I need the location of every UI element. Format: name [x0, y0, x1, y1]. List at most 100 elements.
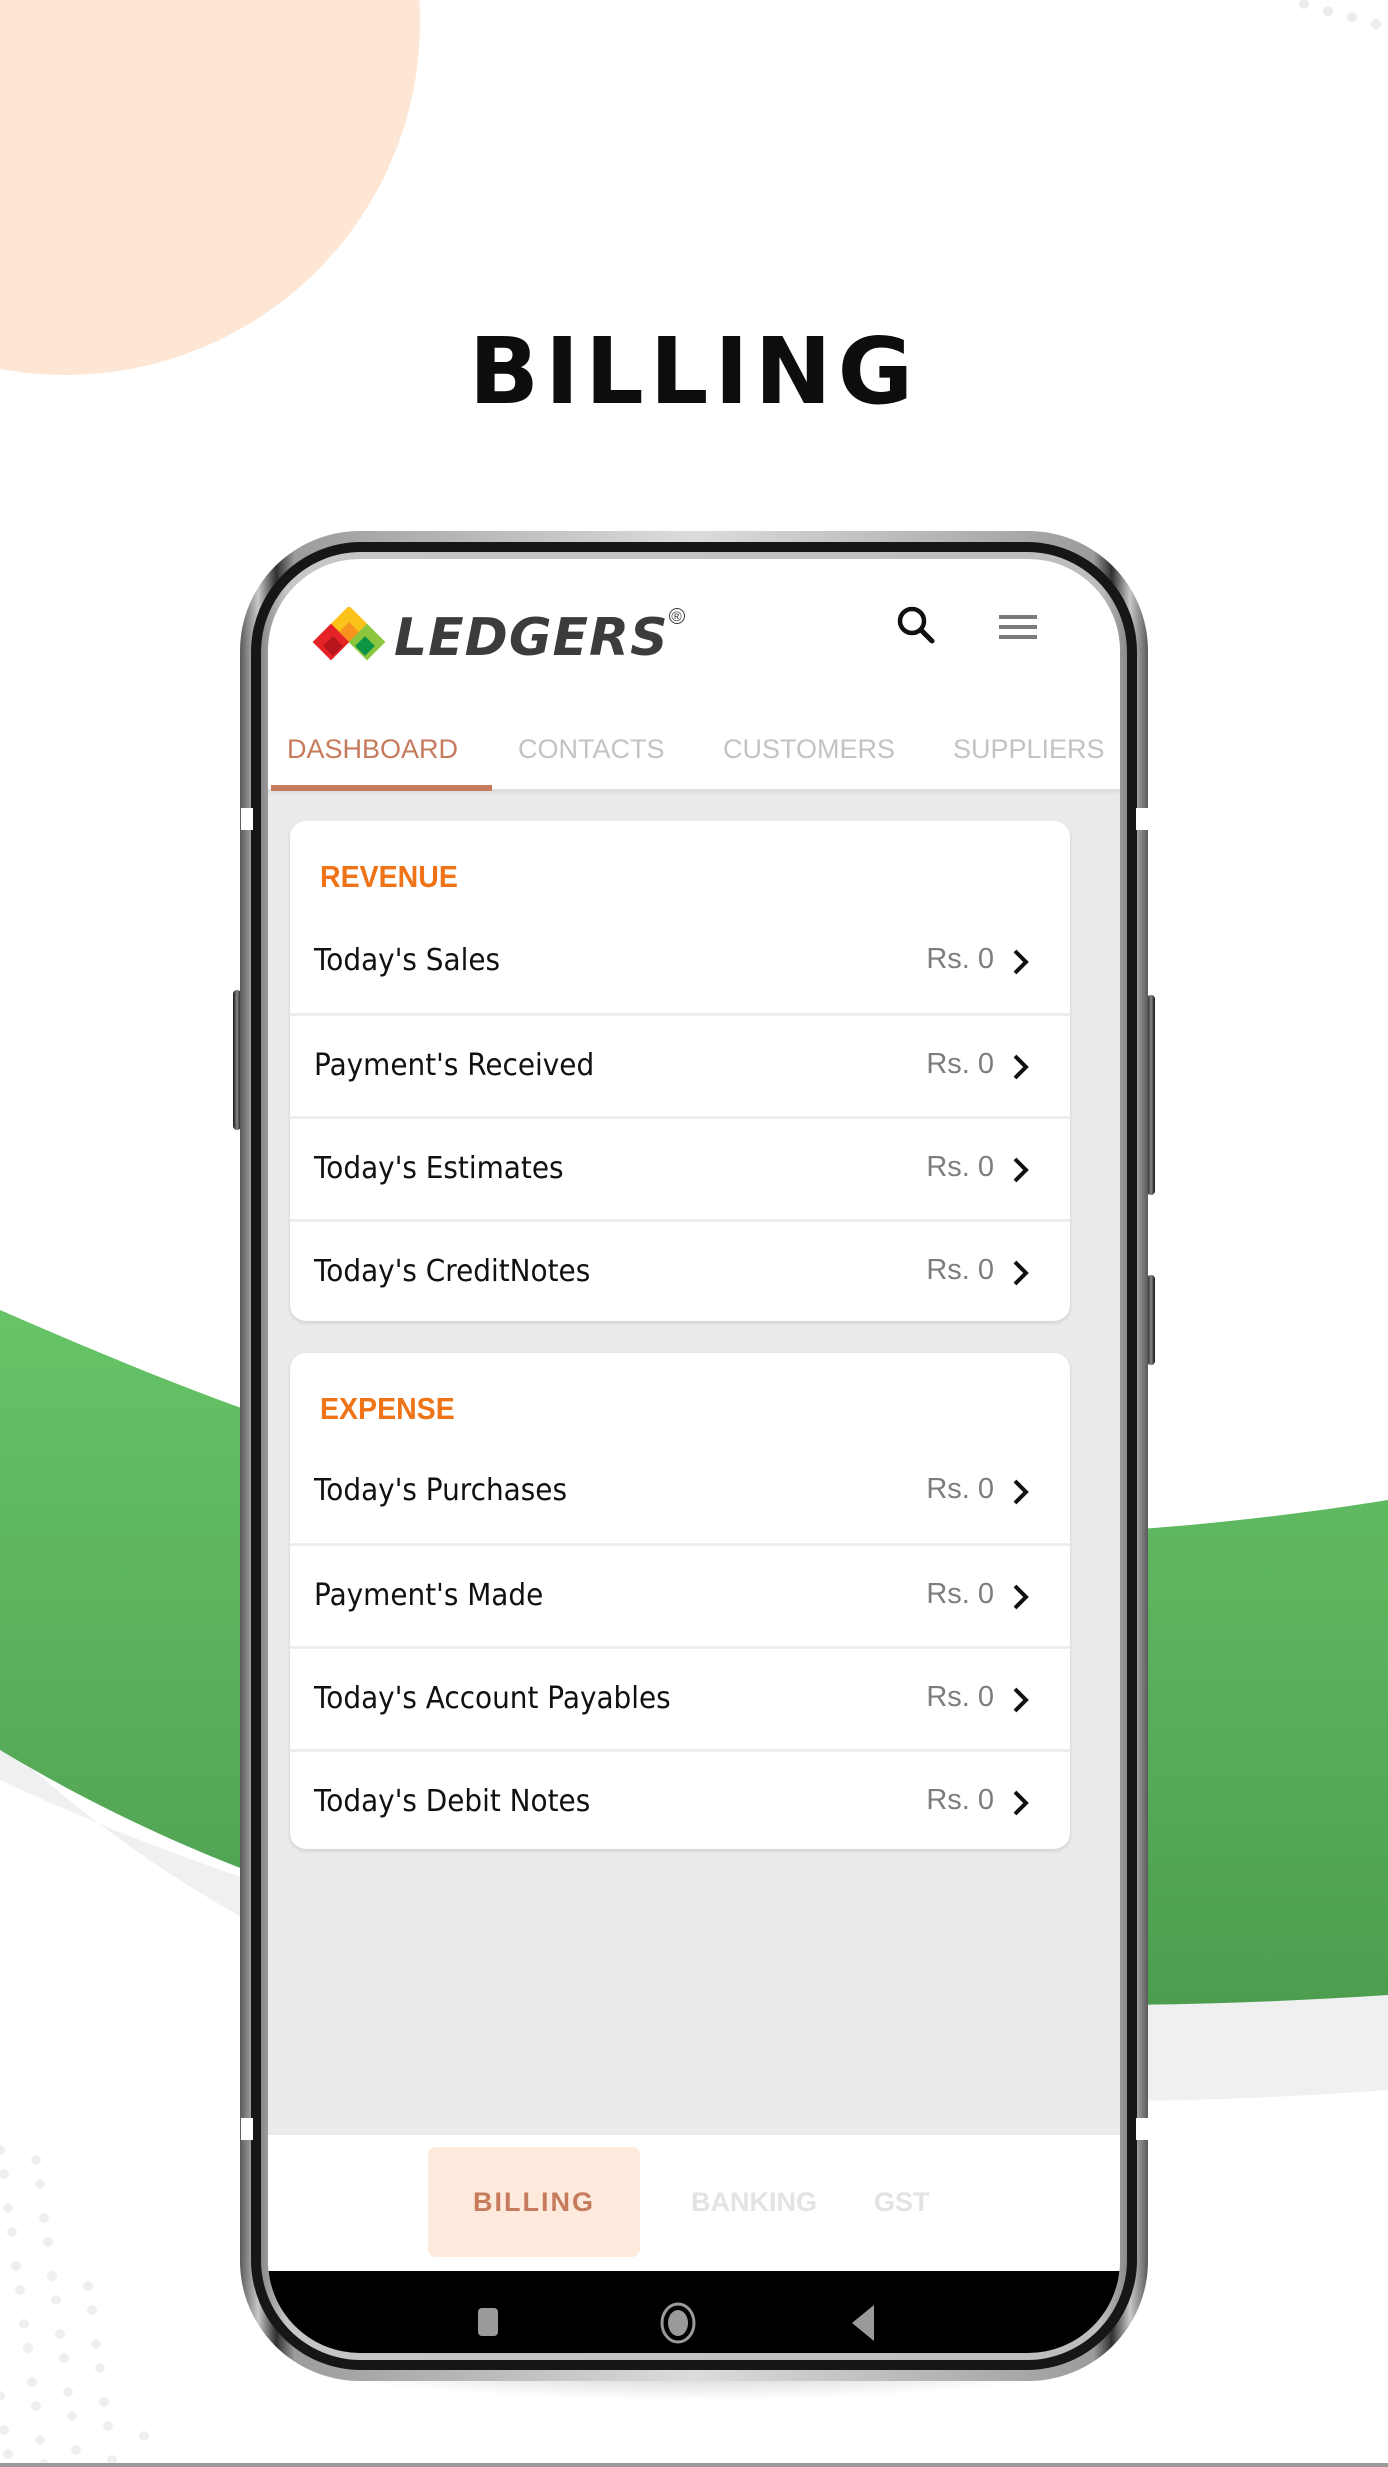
phone-frame-marker	[1136, 2118, 1148, 2140]
tab-dashboard[interactable]: DASHBOARD	[287, 709, 458, 789]
chevron-right-icon	[1013, 1260, 1029, 1286]
row-label: Today's Purchases	[314, 1473, 568, 1508]
list-item[interactable]: Payment's Received Rs. 0	[290, 1013, 1070, 1118]
background-dot	[43, 2237, 53, 2247]
tab-contacts[interactable]: CONTACTS	[518, 709, 665, 789]
menu-button[interactable]	[992, 603, 1042, 647]
row-label: Today's Account Payables	[314, 1681, 671, 1716]
top-tab-bar: DASHBOARD CONTACTS CUSTOMERS SUPPLIERS	[268, 709, 1120, 791]
app-screen: LEDGERS ® DASHBOARD CONTACTS CUSTOMERS S…	[268, 559, 1120, 2353]
expense-card: EXPENSE Today's Purchases Rs. 0 Payment'…	[290, 1353, 1070, 1849]
list-item[interactable]: Today's CreditNotes Rs. 0	[290, 1219, 1070, 1321]
background-dot	[51, 2295, 61, 2305]
bottom-navigation: BILLING BANKING GST	[268, 2135, 1120, 2271]
background-dot	[23, 2343, 33, 2353]
back-triangle-icon[interactable]	[848, 2303, 878, 2343]
revenue-section-title: REVENUE	[320, 859, 458, 894]
list-item[interactable]: Today's Debit Notes Rs. 0	[290, 1749, 1070, 1849]
background-dot	[71, 2445, 81, 2455]
background-dot	[7, 2227, 17, 2237]
background-dot	[3, 2449, 13, 2459]
background-dot	[0, 2169, 9, 2179]
chevron-right-icon	[1013, 1687, 1029, 1713]
phone-frame-marker	[1136, 808, 1148, 830]
registered-mark: ®	[668, 608, 685, 624]
search-button[interactable]	[892, 601, 942, 651]
row-label: Today's Estimates	[314, 1151, 564, 1186]
background-dot	[95, 2363, 105, 2373]
background-dot	[0, 2425, 9, 2435]
background-dot	[35, 2435, 45, 2445]
background-dot	[87, 2305, 97, 2315]
background-dot	[55, 2329, 65, 2339]
row-label: Today's Sales	[314, 943, 501, 978]
row-value: Rs. 0	[926, 1784, 994, 1816]
background-dot	[19, 2319, 29, 2329]
list-item[interactable]: Today's Estimates Rs. 0	[290, 1116, 1070, 1221]
bottom-nav-gst[interactable]: GST	[874, 2147, 930, 2257]
chevron-right-icon	[1013, 1157, 1029, 1183]
background-dots-top-right	[1299, 0, 1381, 29]
row-value: Rs. 0	[926, 943, 994, 975]
background-dot	[99, 2397, 109, 2407]
row-value: Rs. 0	[926, 1048, 994, 1080]
background-dots-bottom-left	[0, 2145, 149, 2467]
background-dot	[0, 2391, 5, 2401]
home-circle-icon[interactable]	[658, 2301, 698, 2345]
background-dot	[47, 2271, 57, 2281]
background-dot	[139, 2431, 149, 2441]
background-dot	[11, 2261, 21, 2271]
row-label: Today's Debit Notes	[314, 1784, 591, 1819]
row-value: Rs. 0	[926, 1254, 994, 1286]
bottom-nav-banking[interactable]: BANKING	[691, 2147, 817, 2257]
background-dot	[31, 2155, 41, 2165]
expense-section-title: EXPENSE	[320, 1391, 455, 1426]
background-dot	[59, 2353, 69, 2363]
android-system-nav-bar	[268, 2271, 1120, 2353]
search-icon	[897, 606, 935, 644]
chevron-right-icon	[1013, 1584, 1029, 1610]
list-item[interactable]: Today's Sales Rs. 0	[290, 911, 1070, 1013]
row-label: Today's CreditNotes	[314, 1254, 591, 1289]
background-dot	[27, 2377, 37, 2387]
row-value: Rs. 0	[926, 1473, 994, 1505]
page-title: BILLING	[468, 318, 920, 425]
background-dot	[35, 2179, 45, 2189]
background-dot	[3, 2203, 13, 2213]
background-dot	[67, 2411, 77, 2421]
app-header: LEDGERS ® DASHBOARD CONTACTS CUSTOMERS S…	[268, 559, 1120, 791]
phone-frame: LEDGERS ® DASHBOARD CONTACTS CUSTOMERS S…	[240, 531, 1148, 2381]
list-item[interactable]: Today's Purchases Rs. 0	[290, 1441, 1070, 1543]
background-dot	[103, 2421, 113, 2431]
row-value: Rs. 0	[926, 1151, 994, 1183]
background-dot	[39, 2213, 49, 2223]
tab-customers[interactable]: CUSTOMERS	[723, 709, 895, 789]
list-item[interactable]: Payment's Made Rs. 0	[290, 1543, 1070, 1648]
ledgers-logo[interactable]: LEDGERS ®	[306, 607, 685, 669]
revenue-card: REVENUE Today's Sales Rs. 0 Payment's Re…	[290, 821, 1070, 1321]
background-dot	[63, 2387, 73, 2397]
ledgers-logo-mark-icon	[312, 607, 386, 661]
recents-square-icon[interactable]	[476, 2306, 500, 2338]
chevron-right-icon	[1013, 949, 1029, 975]
row-label: Payment's Made	[314, 1578, 544, 1613]
background-dot	[83, 2281, 93, 2291]
background-dot	[91, 2339, 101, 2349]
chevron-right-icon	[1013, 1054, 1029, 1080]
row-value: Rs. 0	[926, 1681, 994, 1713]
chevron-right-icon	[1013, 1790, 1029, 1816]
background-dot	[0, 2145, 5, 2155]
brand-name: LEDGERS	[394, 608, 669, 668]
row-label: Payment's Received	[314, 1048, 595, 1083]
chevron-right-icon	[1013, 1479, 1029, 1505]
background-dot	[15, 2285, 25, 2295]
list-item[interactable]: Today's Account Payables Rs. 0	[290, 1646, 1070, 1751]
tab-suppliers[interactable]: SUPPLIERS	[953, 709, 1105, 789]
phone-volume-button	[1147, 995, 1155, 1195]
row-value: Rs. 0	[926, 1578, 994, 1610]
phone-power-button	[1147, 1275, 1155, 1365]
phone-frame-marker	[241, 2118, 253, 2140]
bottom-nav-billing[interactable]: BILLING	[428, 2147, 640, 2257]
phone-frame-marker	[241, 808, 253, 830]
active-tab-indicator	[271, 785, 492, 791]
